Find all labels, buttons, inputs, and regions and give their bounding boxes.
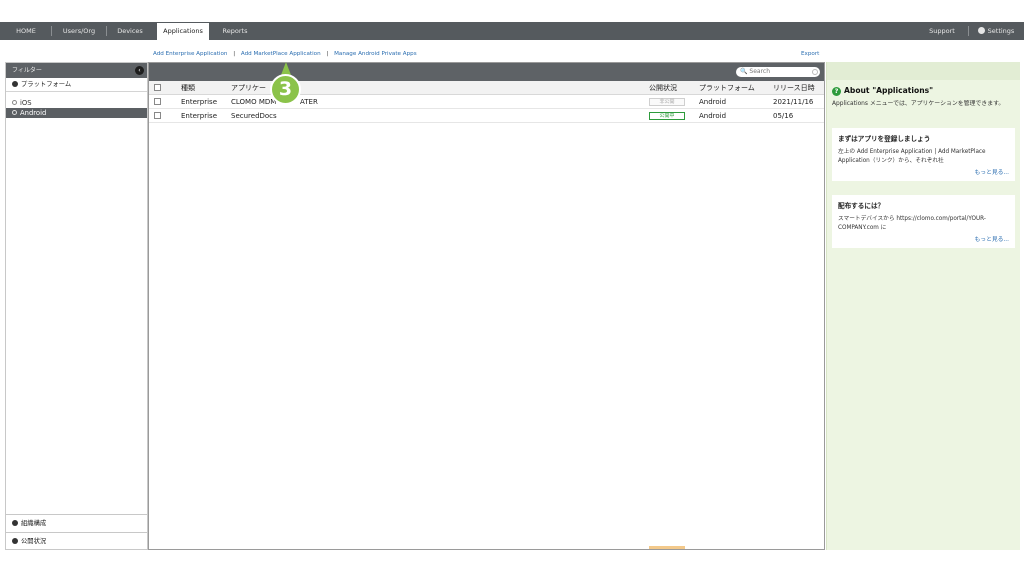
row-app-name[interactable]: SecuredDocs: [231, 109, 277, 123]
platform-label: Android: [20, 109, 47, 117]
top-navigation: HOME Users/Org Devices Applications Repo…: [0, 22, 1024, 41]
tab-users-org[interactable]: Users/Org: [56, 22, 102, 40]
tab-home[interactable]: HOME: [6, 22, 46, 40]
platform-label: iOS: [20, 99, 32, 107]
expand-icon: [12, 520, 18, 526]
table-toolbar: 🔍 Search: [149, 63, 824, 81]
clear-search-icon[interactable]: [812, 69, 818, 75]
tab-applications[interactable]: Applications: [157, 23, 209, 41]
org-section-label: 組織構成: [21, 520, 47, 527]
settings-button[interactable]: Settings: [974, 22, 1018, 40]
status-badge: 公開中: [649, 112, 685, 120]
export-link[interactable]: Export: [801, 51, 819, 57]
gear-icon: [977, 27, 985, 34]
read-more-link[interactable]: もっと見る...: [838, 167, 1009, 176]
question-icon: ?: [832, 87, 841, 96]
column-header-status[interactable]: 公開状況: [649, 81, 677, 95]
filter-header: フィルター ‹: [6, 63, 147, 78]
row-release-date: 05/16: [773, 112, 794, 120]
search-icon: 🔍: [740, 68, 748, 75]
nav-separator: [968, 26, 969, 36]
column-header-application[interactable]: アプリケー: [231, 81, 266, 95]
table-row[interactable]: Enterprise CLOMO MDM ATER 非公開 Android 20…: [149, 95, 824, 109]
help-card-title: まずはアプリを登録しましょう: [838, 135, 931, 143]
help-card: 配布するには？ スマートデバイスから https://clomo.com/por…: [832, 195, 1015, 248]
column-header-release-date[interactable]: リリース日時: [773, 81, 815, 95]
row-app-name-tail: ATER: [300, 98, 318, 106]
status-section-header[interactable]: 公開状況: [6, 532, 147, 549]
filter-title: フィルター: [12, 67, 42, 74]
nav-separator: [106, 26, 107, 36]
help-panel: ? About "Applications" Applications メニューで…: [826, 62, 1020, 550]
status-badge: 非公開: [649, 98, 685, 106]
collapse-icon[interactable]: ‹: [135, 66, 144, 75]
column-header-type[interactable]: 種類: [181, 81, 195, 95]
row-platform: Android: [699, 98, 727, 106]
radio-icon: [12, 100, 17, 105]
row-platform: Android: [699, 112, 727, 120]
row-app-name[interactable]: CLOMO MDM: [231, 95, 276, 109]
manage-android-private-apps-link[interactable]: Manage Android Private Apps: [334, 51, 417, 57]
radio-icon: [12, 110, 17, 115]
search-placeholder: Search: [749, 68, 771, 75]
support-link[interactable]: Support: [922, 22, 962, 40]
read-more-link[interactable]: もっと見る...: [838, 234, 1009, 243]
help-card-text: 左上の Add Enterprise Application | Add Mar…: [838, 149, 986, 164]
add-marketplace-application-link[interactable]: Add MarketPlace Application: [241, 51, 321, 57]
row-type: Enterprise: [181, 98, 218, 106]
help-card-text: スマートデバイスから https://clomo.com/portal/YOUR…: [838, 216, 986, 231]
status-section-label: 公開状況: [21, 538, 47, 545]
help-description: Applications メニューでは、アプリケーションを管理できます。: [832, 101, 1005, 107]
scroll-indicator[interactable]: [649, 546, 685, 549]
link-separator: |: [326, 51, 329, 57]
help-title-text: About "Applications": [844, 86, 934, 95]
settings-label: Settings: [987, 27, 1015, 35]
add-enterprise-application-link[interactable]: Add Enterprise Application: [153, 51, 227, 57]
expand-icon: [12, 81, 18, 87]
help-card-title: 配布するには？: [838, 202, 885, 210]
row-type: Enterprise: [181, 112, 218, 120]
platform-section-label: プラットフォーム: [21, 81, 72, 88]
org-section-header[interactable]: 組織構成: [6, 514, 147, 531]
help-card: まずはアプリを登録しましょう 左上の Add Enterprise Applic…: [832, 128, 1015, 181]
applications-table-panel: 🔍 Search 種類 アプリケー 公開状況 プラットフォーム リリース日時 E…: [148, 62, 825, 550]
row-release-date: 2021/11/16: [773, 98, 814, 106]
nav-separator: [51, 26, 52, 36]
tab-devices[interactable]: Devices: [112, 22, 148, 40]
row-checkbox[interactable]: [154, 112, 161, 119]
filter-sidebar: フィルター ‹ プラットフォーム iOS Android 組織構成 公開状況: [5, 62, 148, 550]
select-all-checkbox[interactable]: [154, 84, 161, 91]
help-panel-header: [827, 62, 1020, 80]
help-title: ? About "Applications": [832, 86, 933, 96]
table-header: 種類 アプリケー 公開状況 プラットフォーム リリース日時: [149, 81, 824, 95]
step-marker: 3: [270, 74, 301, 105]
link-separator: |: [233, 51, 236, 57]
platform-section-header[interactable]: プラットフォーム: [6, 78, 147, 92]
column-header-platform[interactable]: プラットフォーム: [699, 81, 755, 95]
expand-icon: [12, 538, 18, 544]
row-checkbox[interactable]: [154, 98, 161, 105]
search-input[interactable]: 🔍 Search: [736, 67, 820, 77]
platform-filter-android[interactable]: Android: [6, 108, 147, 118]
action-links: Add Enterprise Application | Add MarketP…: [153, 51, 417, 57]
table-row[interactable]: Enterprise SecuredDocs 公開中 Android 05/16: [149, 109, 824, 123]
platform-filter-ios[interactable]: iOS: [6, 98, 147, 108]
tab-reports[interactable]: Reports: [216, 22, 254, 40]
